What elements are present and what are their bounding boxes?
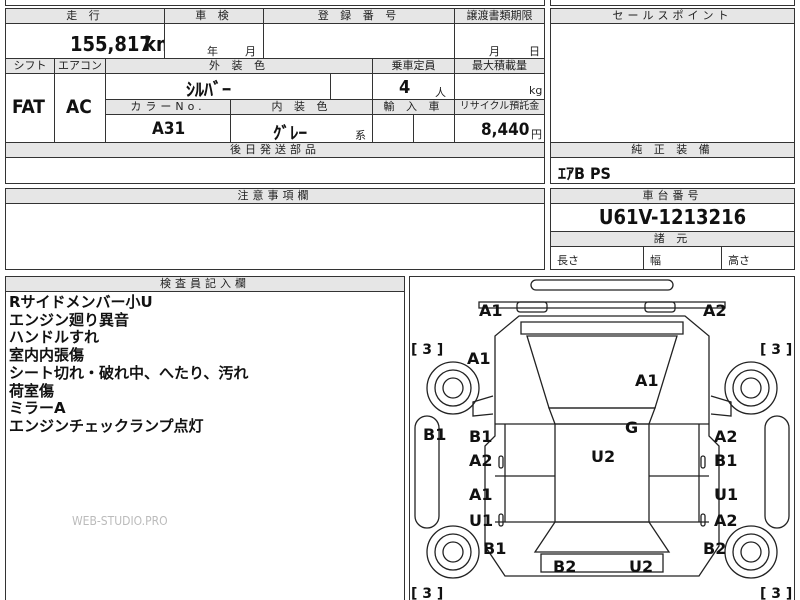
registration-header: 登 録 番 号 (263, 8, 455, 24)
damage-roof-glass: G (625, 418, 638, 437)
capacity-header: 乗車定員 (372, 58, 455, 74)
tire-mark-front-right: [ 3 ] (760, 342, 792, 358)
chassis-header: 車台番号 (550, 188, 795, 204)
capacity-cell: 4 人 (372, 73, 455, 100)
inspector-note: ハンドルすれ (9, 328, 100, 347)
tire-mark-rear-left: [ 3 ] (411, 586, 443, 600)
post-delivery-cell (5, 157, 545, 184)
transfer-cell: 月 日 (454, 23, 545, 59)
chassis-value: U61V-1213216 (598, 205, 747, 229)
damage-left-rear-door-bottom: U1 (469, 511, 493, 530)
dimension-height-label: 高さ (728, 254, 750, 267)
damage-left-panel: B1 (423, 425, 446, 444)
recycle-value: 8,440 (481, 120, 530, 140)
damage-left-rear-fender: B1 (483, 539, 506, 558)
tire-mark-rear-right: [ 3 ] (760, 586, 792, 600)
damage-right-rear-door-bottom: A2 (714, 511, 738, 530)
interior-color-value: ｸﾞﾚｰ (273, 124, 307, 144)
shift-value: FAT (12, 96, 45, 118)
inspection-month-unit: 月 (245, 45, 256, 58)
top-strip-right (550, 0, 795, 6)
registration-cell (263, 23, 455, 59)
recycle-header: リサイクル預託金 (454, 99, 545, 115)
damage-roof: U2 (591, 447, 615, 466)
inspector-note: Rサイドメンバー小U (9, 293, 153, 311)
inspector-note: 室内内張傷 (9, 346, 85, 365)
sales-point-header: セールスポイント (550, 8, 795, 24)
exterior-color-cell: ｼﾙﾊﾞｰ (105, 73, 331, 101)
inspector-note: エンジンチェックランプ点灯 (9, 416, 204, 435)
equipment-value: ｴｱB PS (558, 164, 611, 183)
damage-hood-left: A1 (467, 349, 491, 368)
damage-right-front-door-bottom: B1 (714, 451, 737, 470)
shift-header: シフト (5, 58, 55, 74)
transfer-day-unit: 日 (529, 45, 540, 58)
max-load-cell: kg (454, 73, 545, 100)
recycle-cell: 8,440 円 (454, 114, 545, 143)
damage-rear-right: U2 (629, 557, 653, 576)
interior-color-unit: 系 (355, 129, 366, 142)
damage-left-front-door-top: B1 (469, 427, 492, 446)
damage-left-rear-door-top: A1 (469, 485, 493, 504)
interior-color-cell: ｸﾞﾚｰ 系 (230, 114, 373, 144)
dimension-length-label: 長さ (557, 254, 579, 267)
dimension-width-cell: 幅 (643, 246, 722, 270)
mileage-header: 走 行 (5, 8, 165, 24)
inspector-note: 荷室傷 (9, 381, 55, 400)
car-diagram: [ 3 ] [ 3 ] [ 3 ] [ 3 ] A1 A2 A1 A1 B1 B… (411, 279, 792, 600)
damage-front-right: A2 (703, 301, 727, 320)
transfer-header: 譲渡書類期限 (454, 8, 545, 24)
interior-color-header: 内 装 色 (230, 99, 373, 115)
damage-left-front-door-bottom: A2 (469, 451, 493, 470)
exterior-color-extra (330, 73, 373, 100)
inspector-notes: Rサイドメンバー小U エンジン廻り異音 ハンドルすれ 室内内張傷 シート切れ・破… (9, 293, 249, 436)
capacity-unit: 人 (435, 86, 446, 99)
aircon-header: エアコン (54, 58, 106, 74)
damage-right-rear-fender: B2 (703, 539, 726, 558)
top-strip (5, 0, 545, 6)
aircon-value: AC (66, 96, 92, 118)
aircon-cell: AC (54, 73, 106, 143)
damage-right-rear-door-top: U1 (714, 485, 738, 504)
import-cell-b (413, 114, 455, 143)
inspector-header: 検査員記入欄 (5, 276, 405, 292)
inspection-cell: 年 月 (164, 23, 264, 59)
import-cell-a (372, 114, 414, 143)
recycle-unit: 円 (531, 128, 542, 141)
color-no-header: カラーNo. (105, 99, 231, 115)
equipment-header: 純 正 装 備 (550, 142, 795, 158)
mileage-cell: 155,817 km (5, 23, 175, 59)
dimension-width-label: 幅 (650, 254, 661, 267)
damage-windshield: A1 (635, 371, 659, 390)
dimensions-header: 諸 元 (550, 231, 795, 247)
transfer-month-unit: 月 (489, 45, 500, 58)
shift-cell: FAT (5, 73, 55, 143)
max-load-header: 最大積載量 (454, 58, 545, 74)
damage-rear-left: B2 (553, 557, 576, 576)
damage-front-left: A1 (479, 301, 503, 320)
inspection-year-unit: 年 (207, 45, 218, 58)
watermark: WEB-STUDIO.PRO (72, 514, 168, 528)
mileage-value: 155,817 (70, 32, 152, 56)
post-delivery-header: 後日発送部品 (5, 142, 545, 158)
color-no-cell: A31 (105, 114, 231, 143)
caution-header: 注意事項欄 (5, 188, 545, 204)
import-header: 輸 入 車 (372, 99, 455, 115)
inspector-note: ミラーA (9, 399, 66, 418)
tire-mark-front-left: [ 3 ] (411, 342, 443, 358)
dimension-length-cell: 長さ (550, 246, 644, 270)
capacity-value: 4 (399, 77, 411, 98)
color-no-value: A31 (152, 119, 186, 139)
exterior-color-header: 外 装 色 (105, 58, 373, 74)
damage-right-front-door-top: A2 (714, 427, 738, 446)
max-load-unit: kg (529, 84, 543, 97)
dimension-height-cell: 高さ (721, 246, 795, 270)
inspection-header: 車 検 (164, 8, 264, 24)
inspector-note: シート切れ・破れ中、へたり、汚れ (9, 363, 249, 382)
inspector-note: エンジン廻り異音 (9, 310, 130, 329)
